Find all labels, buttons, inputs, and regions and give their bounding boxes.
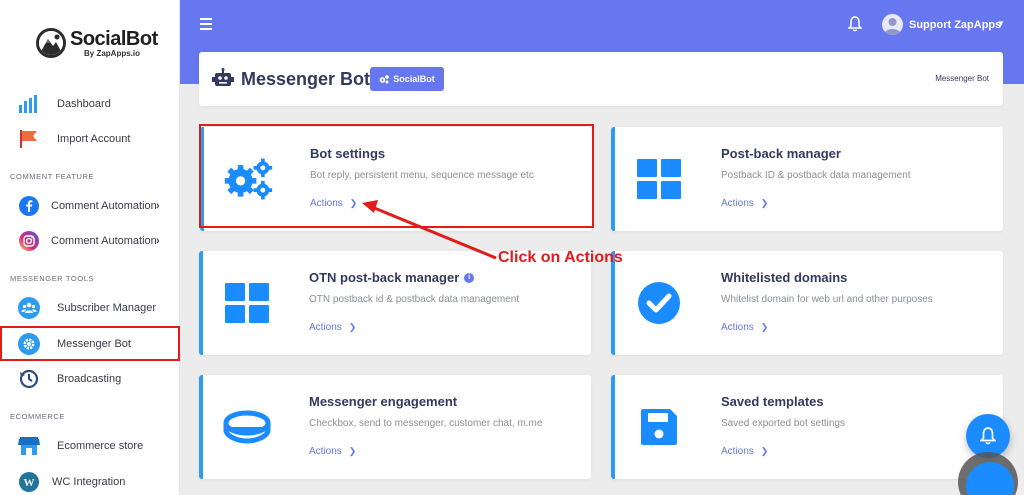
wordpress-icon: W — [18, 471, 40, 493]
grid-icon — [633, 153, 685, 205]
actions-link[interactable]: Actions ❯ — [721, 322, 768, 333]
chevron-right-icon: ❯ — [348, 446, 357, 456]
sidebar-item-dashboard[interactable]: Dashboard — [0, 87, 180, 121]
instagram-icon — [18, 230, 40, 252]
card-title: Post-back manager — [721, 146, 841, 161]
card-title: Bot settings — [310, 146, 386, 161]
sidebar-item-ecommerce-store[interactable]: Ecommerce store — [0, 429, 180, 463]
card-description: Whitelist domain for web url and other p… — [721, 294, 933, 305]
chevron-right-icon: ❯ — [760, 322, 769, 332]
users-icon — [18, 297, 40, 319]
sidebar-item-wc-integration[interactable]: W WC Integration — [0, 465, 180, 495]
user-name[interactable]: Support ZapApps — [909, 19, 1001, 31]
section-ecommerce: ECOMMERCE — [10, 412, 65, 421]
actions-label: Actions — [721, 322, 754, 333]
badge-label: SocialBot — [393, 74, 435, 84]
notification-bell-icon[interactable] — [847, 16, 863, 32]
sidebar-item-label: Import Account — [57, 133, 131, 145]
chevron-right-icon: ❯ — [349, 198, 358, 208]
sidebar-item-messenger-bot[interactable]: Messenger Bot — [0, 326, 180, 361]
gear-icon — [18, 332, 40, 355]
actions-label: Actions — [309, 446, 342, 457]
user-avatar[interactable] — [882, 14, 903, 35]
card-description: Bot reply, persistent menu, sequence mes… — [310, 170, 534, 181]
card-title: Whitelisted domains — [721, 270, 848, 285]
history-icon — [18, 368, 40, 390]
chevron-right-icon: › — [156, 235, 160, 247]
chevron-right-icon: ❯ — [348, 322, 357, 332]
flag-icon — [18, 128, 40, 150]
sidebar-item-label: Comment Automation — [51, 200, 157, 212]
caret-down-icon[interactable]: ▼ — [997, 19, 1005, 28]
card-description: Saved exported bot settings — [721, 418, 845, 429]
brand-name: SocialBot — [70, 28, 158, 50]
actions-link[interactable]: Actions ❯ — [309, 446, 356, 457]
card-title: OTN post-back manager — [309, 270, 460, 285]
bar-chart-icon — [18, 93, 40, 115]
chevron-right-icon: ❯ — [760, 446, 769, 456]
info-icon[interactable]: i — [464, 272, 475, 283]
card-saved-templates: Saved templates Saved exported bot setti… — [611, 375, 1003, 479]
hamburger-menu-icon[interactable] — [200, 18, 212, 30]
gears-icon — [222, 153, 274, 205]
chevron-right-icon: › — [156, 200, 160, 212]
sidebar-item-label: WC Integration — [52, 476, 126, 488]
section-messenger-tools: MESSENGER TOOLS — [10, 274, 95, 283]
facebook-icon — [18, 195, 40, 217]
actions-label: Actions — [721, 198, 754, 209]
actions-label: Actions — [309, 322, 342, 333]
actions-label: Actions — [310, 198, 343, 209]
sidebar-item-comment-automation-facebook[interactable]: Comment Automation › — [0, 189, 180, 223]
chevron-right-icon: ❯ — [760, 198, 769, 208]
sidebar-item-subscriber-manager[interactable]: Subscriber Manager — [0, 291, 180, 325]
page-header: Messenger Bot SocialBot Messenger Bot — [199, 52, 1003, 106]
check-circle-icon — [633, 277, 685, 329]
bell-icon — [980, 427, 996, 445]
actions-link[interactable]: Actions ❯ — [309, 322, 356, 333]
grid-icon — [221, 277, 273, 329]
card-title: Saved templates — [721, 394, 824, 409]
sidebar-item-import-account[interactable]: Import Account — [0, 122, 180, 156]
page-title: Messenger Bot — [241, 69, 371, 89]
sidebar-item-label: Subscriber Manager — [57, 302, 157, 314]
save-icon — [633, 401, 685, 453]
mountain-logo-icon — [36, 28, 66, 58]
card-title-row: OTN post-back manager i — [309, 270, 475, 285]
sidebar-item-label: Dashboard — [57, 98, 111, 110]
card-whitelisted-domains: Whitelisted domains Whitelist domain for… — [611, 251, 1003, 355]
card-description: OTN postback id & postback data manageme… — [309, 294, 520, 305]
breadcrumb[interactable]: Messenger Bot — [935, 74, 989, 83]
actions-link[interactable]: Actions ❯ — [721, 198, 768, 209]
cogs-icon — [379, 74, 390, 83]
card-description: Postback ID & postback data management — [721, 170, 911, 181]
card-messenger-engagement: Messenger engagement Checkbox, send to m… — [199, 375, 591, 479]
store-icon — [18, 435, 40, 457]
card-title: Messenger engagement — [309, 394, 458, 409]
robot-icon — [212, 68, 234, 90]
sidebar-item-label: Comment Automation — [51, 235, 157, 247]
card-description: Checkbox, send to messenger, customer ch… — [309, 418, 543, 429]
sidebar: SocialBot By ZapApps.io Dashboard Import… — [0, 0, 180, 495]
card-post-back-manager: Post-back manager Postback ID & postback… — [611, 127, 1003, 231]
brand-logo[interactable]: SocialBot By ZapApps.io — [36, 26, 158, 62]
card-bot-settings: Bot settings Bot reply, persistent menu,… — [200, 127, 592, 231]
sidebar-item-comment-automation-instagram[interactable]: Comment Automation › — [0, 224, 180, 258]
actions-link[interactable]: Actions ❯ — [721, 446, 768, 457]
svg-text:W: W — [24, 477, 35, 489]
section-comment-feature: COMMENT FEATURE — [10, 172, 95, 181]
ring-icon — [221, 401, 273, 453]
sidebar-item-broadcasting[interactable]: Broadcasting — [0, 362, 180, 396]
actions-label: Actions — [721, 446, 754, 457]
socialbot-badge-button[interactable]: SocialBot — [370, 67, 444, 91]
brand-sub: By ZapApps.io — [84, 49, 141, 58]
actions-link[interactable]: Actions ❯ — [310, 198, 357, 209]
annotation-text: Click on Actions — [498, 249, 623, 266]
sidebar-item-label: Ecommerce store — [57, 440, 144, 452]
sidebar-item-label: Messenger Bot — [57, 337, 131, 350]
sidebar-item-label: Broadcasting — [57, 373, 122, 385]
